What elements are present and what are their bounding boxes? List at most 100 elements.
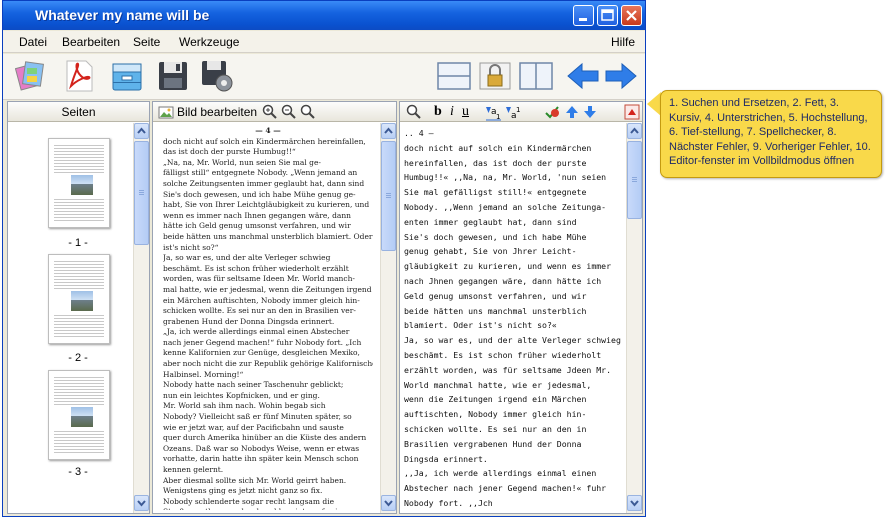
ocr-text-line[interactable]: ,,Ja, ich werde allerdings einmal einen	[404, 466, 626, 481]
callout-pointer	[647, 92, 661, 116]
scan-line: mal hatte, wie er jedesmal, wenn die Zei…	[163, 284, 372, 294]
ocr-text-line[interactable]: Abstecher nach jener Gegend machen!« fuh…	[404, 481, 626, 496]
pages-scrollbar[interactable]	[133, 123, 149, 513]
scan-line: Nobody hatte nach seiner Taschenuhr gebl…	[163, 380, 344, 390]
ocr-text-line[interactable]: Brasilien vergrabenen Hund der Donna	[404, 437, 626, 452]
scroll-down-button[interactable]	[627, 495, 642, 511]
scan-line: beide hätten uns manchmal unsterblich bl…	[163, 231, 373, 241]
ocr-text-line[interactable]: beide hätten uns manchmal unsterblich	[404, 304, 626, 319]
ocr-text-line[interactable]: Humbug!!« ,,Na, na, Mr. World, 'nun seie…	[404, 170, 626, 185]
fullscreen-icon[interactable]	[624, 104, 640, 123]
layout-horizontal-icon[interactable]	[435, 58, 473, 94]
menu-hilfe[interactable]: Hilfe	[611, 35, 635, 49]
layout-vertical-icon[interactable]	[517, 58, 555, 94]
save-settings-icon[interactable]	[199, 58, 235, 94]
scan-line: „Na, na, Mr. World, nun seien Sie mal ge…	[163, 157, 321, 167]
scan-line: das ist doch der purste Humbug!!“	[163, 147, 296, 157]
zoom-out-icon[interactable]	[281, 104, 297, 123]
image-edit-button[interactable]: Bild bearbeiten	[177, 105, 257, 119]
spellcheck-icon[interactable]	[543, 104, 561, 123]
ocr-text-line[interactable]: beschämt. Es ist schon früher wiederholt	[404, 348, 626, 363]
ocr-text-line[interactable]: Nobody fort. ,,Jch	[404, 496, 626, 510]
scroll-down-button[interactable]	[381, 495, 396, 511]
scroll-up-button[interactable]	[381, 123, 396, 139]
ocr-text-line[interactable]: Ja, so war es, und der alte Verleger sch…	[404, 333, 626, 348]
scan-line: Aber diesmal sollte sich Mr. World geirr…	[163, 475, 347, 485]
scan-line: Straßen entlang, und er beschleunigte au…	[163, 507, 373, 510]
ocr-text-line[interactable]: enten immer geglaubt hat, dann sind	[404, 215, 626, 230]
page-thumbnail-3[interactable]	[48, 370, 110, 460]
scan-line: — 4 —	[255, 126, 281, 135]
ocr-text-line[interactable]: Geld genug umsonst verfahren, und wir	[404, 289, 626, 304]
image-scrollbar[interactable]	[380, 123, 396, 513]
close-button[interactable]	[621, 5, 642, 26]
previous-error-icon[interactable]	[583, 104, 597, 123]
menu-datei[interactable]: Datei	[19, 35, 47, 49]
superscript-icon[interactable]: a1	[504, 104, 522, 124]
toolbar	[3, 54, 645, 100]
scroll-thumb[interactable]	[627, 141, 642, 219]
next-error-icon[interactable]	[565, 104, 579, 123]
ocr-text-line[interactable]: .. 4 –	[404, 126, 626, 141]
ocr-text-line[interactable]: hereinfallen, das ist doch der purste	[404, 156, 626, 171]
underline-button[interactable]: u	[462, 104, 469, 120]
scroll-thumb[interactable]	[381, 141, 396, 251]
page-thumbnail-1[interactable]	[48, 138, 110, 228]
image-edit-icon[interactable]	[158, 105, 174, 122]
ocr-text-line[interactable]: erzählt worden, was für seltsame Jdeen M…	[404, 363, 626, 378]
lock-icon[interactable]	[477, 58, 513, 94]
archive-icon[interactable]	[109, 58, 145, 94]
ocr-text-line[interactable]: Nobody. ,,Wenn jemand an solche Zeitunga…	[404, 200, 626, 215]
pages-icon[interactable]	[14, 58, 51, 94]
scroll-thumb[interactable]	[134, 141, 149, 245]
ocr-text-line[interactable]: blamiert. Oder ist's nicht so?«	[404, 318, 626, 333]
pages-panel-title: Seiten	[61, 105, 96, 119]
annotation-callout: 1. Suchen und Ersetzen, 2. Fett, 3. Kurs…	[660, 90, 882, 178]
minimize-button[interactable]	[573, 5, 594, 26]
ocr-text-line[interactable]: nach Jhnen gegangen wäre, dann hätte ich	[404, 274, 626, 289]
menu-bearbeiten[interactable]: Bearbeiten	[62, 35, 120, 49]
ocr-text-line[interactable]: gläubigkeit zu kurieren, und wenn es imm…	[404, 259, 626, 274]
scan-line: wie er jetzt war, auf der Pacificbahn un…	[163, 422, 344, 432]
scan-line: Ja, so war es, und der alte Verleger sch…	[163, 253, 331, 263]
ocr-text-line[interactable]: Dingsda erinnert.	[404, 452, 626, 467]
page-thumbnail-2[interactable]	[48, 254, 110, 344]
svg-text:1: 1	[516, 106, 520, 114]
ocr-text-line[interactable]: doch nicht auf solch ein Kindermärchen	[404, 141, 626, 156]
italic-button[interactable]: i	[450, 104, 454, 120]
scan-line: worden, was für seltsame Ideen Mr. World…	[163, 274, 355, 284]
subscript-icon[interactable]: a1	[484, 104, 502, 124]
pdf-icon[interactable]	[61, 58, 97, 94]
menu-seite[interactable]: Seite	[133, 35, 160, 49]
text-scrollbar[interactable]	[626, 123, 642, 513]
scanned-page-image: — 4 — doch nicht auf solch ein Kindermärc…	[163, 126, 373, 510]
zoom-fit-icon[interactable]	[300, 104, 316, 123]
scan-line: nun ein leichtes Kopfnicken, und er ging…	[163, 390, 320, 400]
page-label-1: - 1 -	[68, 237, 88, 249]
ocr-text-editor[interactable]: .. 4 – doch nicht auf solch ein Kindermär…	[404, 126, 626, 510]
zoom-in-icon[interactable]	[262, 104, 278, 123]
ocr-text-line[interactable]: World manchmal hatte, wie er jedesmal,	[404, 378, 626, 393]
ocr-text-line[interactable]: schicken wollte. Es sei nur an den in	[404, 422, 626, 437]
text-panel-toolbar: b i u a1 a1	[400, 102, 642, 122]
search-icon[interactable]	[406, 104, 422, 123]
scan-line: nach jener Gegend machen!“ fuhr Nobody f…	[163, 337, 362, 347]
minimize-icon	[579, 18, 587, 21]
scroll-up-button[interactable]	[627, 123, 642, 139]
maximize-button[interactable]	[597, 5, 618, 26]
ocr-text-line[interactable]: Sie mal gefälligst still!« entgegnete	[404, 185, 626, 200]
scan-line: schicken wollte. Es sei nur an den in Br…	[163, 306, 356, 316]
save-icon[interactable]	[155, 58, 191, 94]
scroll-down-button[interactable]	[134, 495, 149, 511]
scan-line: Halbinsel. Morning!“	[163, 369, 244, 379]
forward-arrow-icon[interactable]	[603, 58, 639, 94]
ocr-text-line[interactable]: Sie's doch gewesen, und ich habe Mühe	[404, 230, 626, 245]
bold-button[interactable]: b	[434, 104, 442, 120]
ocr-text-line[interactable]: auftischten, Nobody immer gleich hin-	[404, 407, 626, 422]
scroll-up-button[interactable]	[134, 123, 149, 139]
ocr-text-line[interactable]: genug gehabt, Sie von Jhrer Leicht-	[404, 244, 626, 259]
ocr-text-line[interactable]: wenn die Zeitungen irgend ein Märchen	[404, 392, 626, 407]
close-icon	[626, 10, 637, 21]
back-arrow-icon[interactable]	[565, 58, 601, 94]
menu-werkzeuge[interactable]: Werkzeuge	[179, 35, 239, 49]
